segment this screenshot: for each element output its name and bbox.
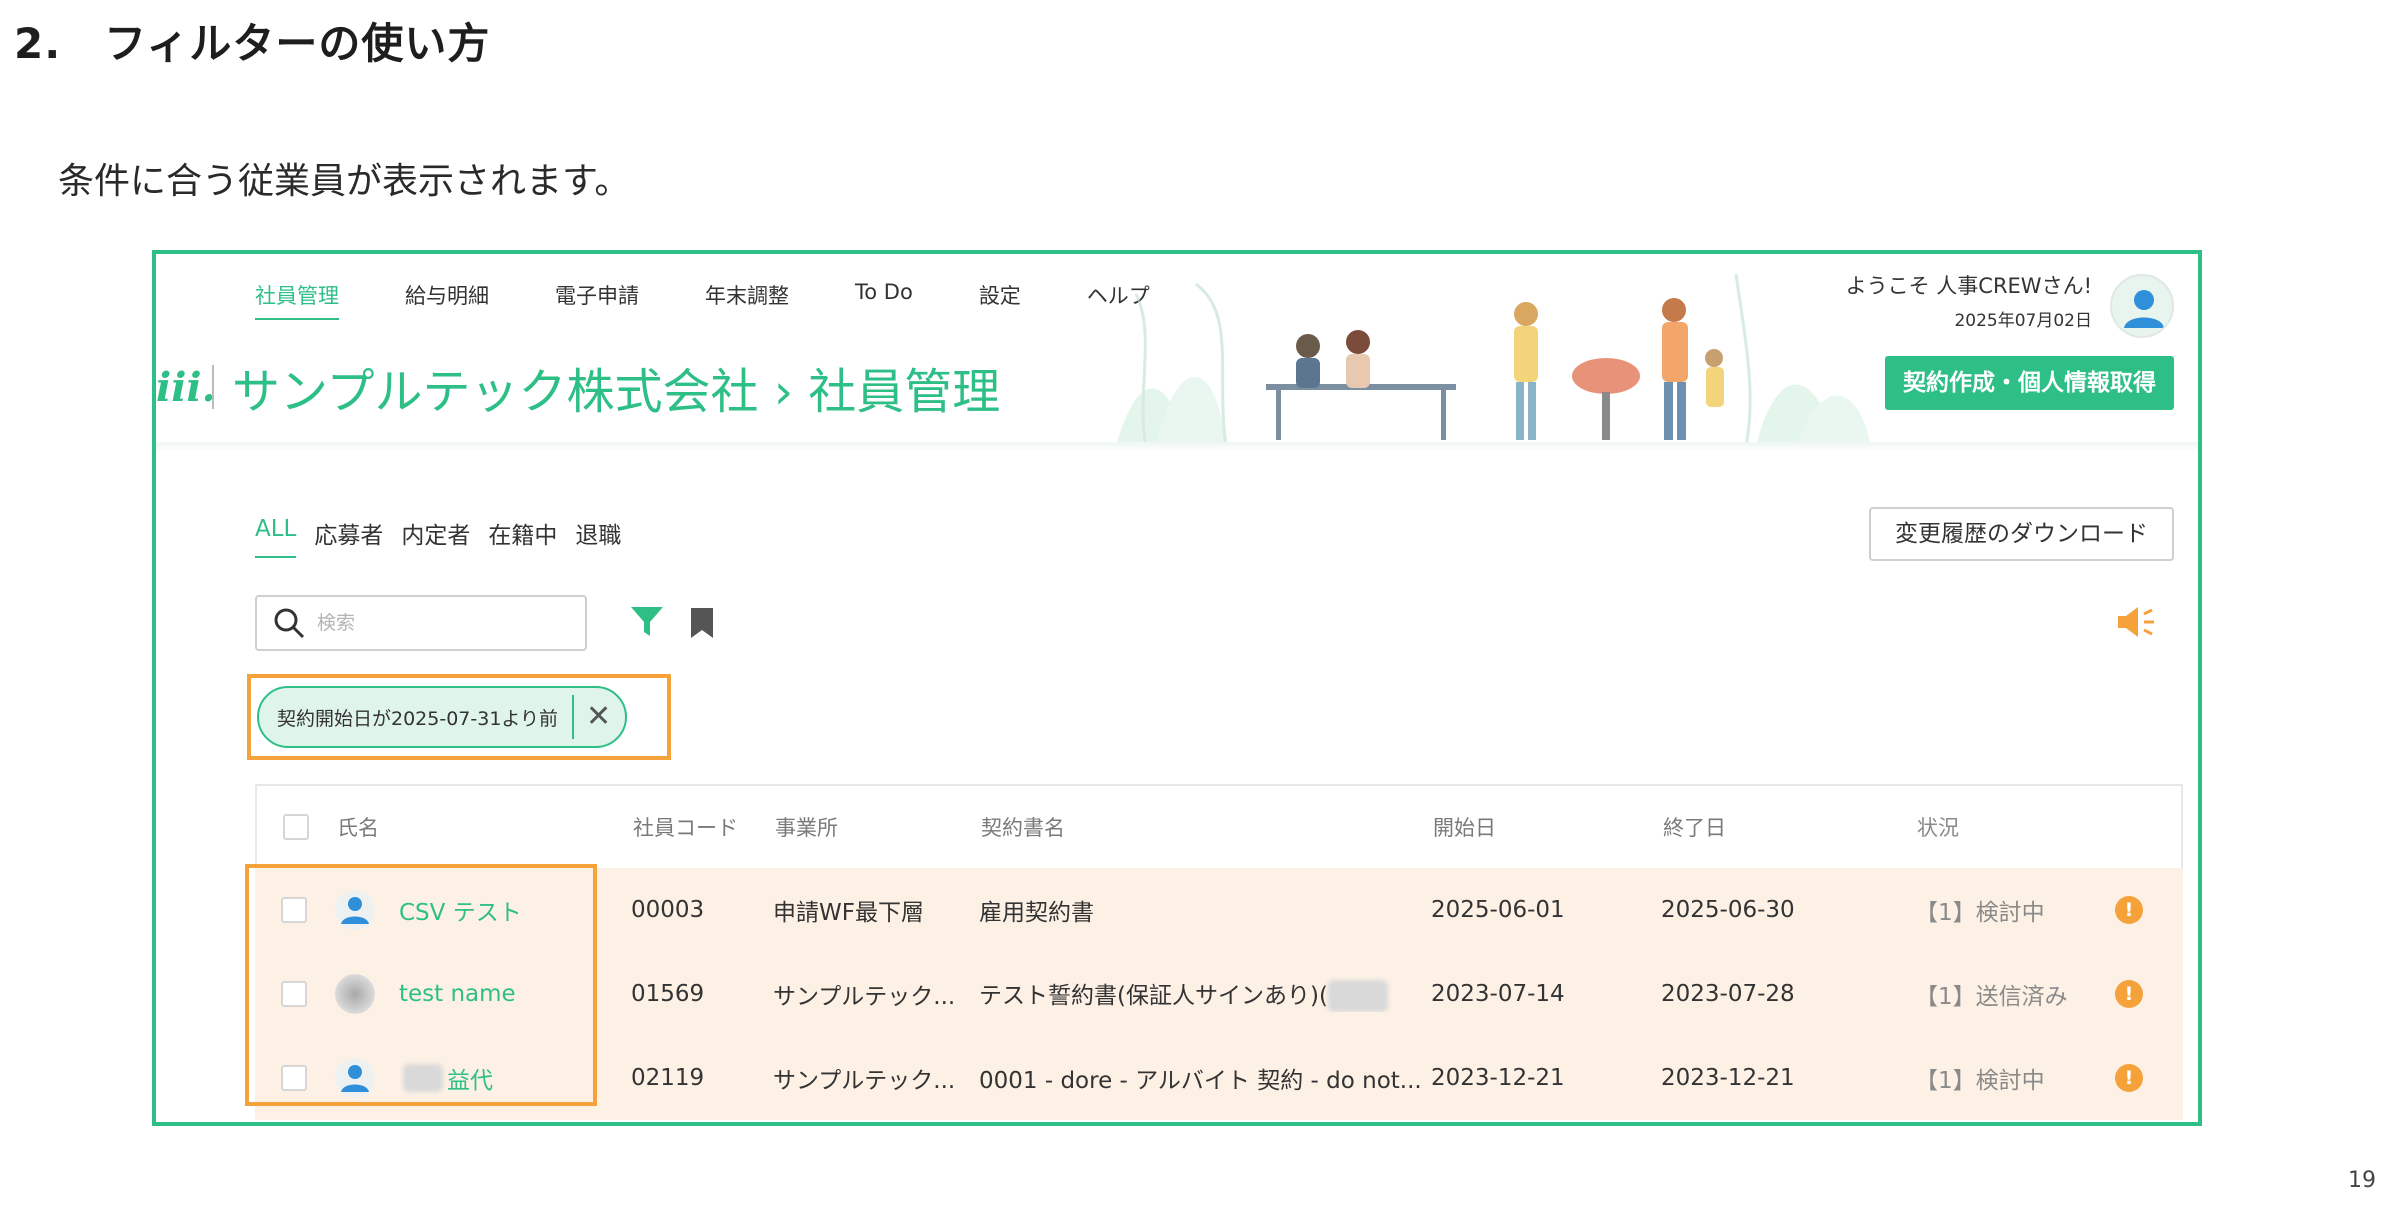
brand-divider <box>212 365 214 409</box>
tab-offered[interactable]: 内定者 <box>401 516 470 558</box>
bbq-party-illustration <box>1116 273 1871 446</box>
select-all-cell <box>257 814 337 840</box>
alert-icon[interactable]: ! <box>2115 896 2143 924</box>
app-header: 社員管理 給与明細 電子申請 年末調整 To Do 設定 ヘルプ iii. サン… <box>156 254 2198 446</box>
nav-todo[interactable]: To Do <box>855 280 913 320</box>
name-column-highlight <box>245 864 597 1106</box>
employee-code: 02119 <box>631 1065 705 1091</box>
user-icon <box>2124 290 2164 328</box>
brand: iii. サンプルテック株式会社 › 社員管理 <box>156 352 1000 422</box>
header-contract[interactable]: 契約書名 <box>981 812 1433 842</box>
search-icon <box>274 608 305 639</box>
contract-name: 0001 - dore - アルバイト 契約 - do not... <box>979 1068 1422 1094</box>
app-screenshot: 社員管理 給与明細 電子申請 年末調整 To Do 設定 ヘルプ iii. サン… <box>152 250 2202 1126</box>
alert-icon[interactable]: ! <box>2115 1064 2143 1092</box>
nav-e-application[interactable]: 電子申請 <box>555 280 639 320</box>
start-date: 2023-07-14 <box>1431 981 1565 1007</box>
alert-cell: ! <box>2115 896 2175 924</box>
table-header: 氏名 社員コード 事業所 契約書名 開始日 終了日 状況 <box>255 784 2183 868</box>
employee-code: 01569 <box>631 981 705 1007</box>
alert-icon[interactable]: ! <box>2115 980 2143 1008</box>
search-box <box>255 595 587 651</box>
tab-all[interactable]: ALL <box>255 516 297 558</box>
nav-employee-management[interactable]: 社員管理 <box>255 280 339 320</box>
tab-applicants[interactable]: 応募者 <box>314 516 383 558</box>
alert-cell: ! <box>2115 980 2175 1008</box>
contract-name-cell: テスト誓約書(保証人サインあり)( <box>979 976 1431 1013</box>
nav-settings[interactable]: 設定 <box>979 280 1021 320</box>
header-office[interactable]: 事業所 <box>775 812 981 842</box>
office: 申請WF最下層 <box>773 900 924 926</box>
header-name[interactable]: 氏名 <box>337 812 633 842</box>
header-shadow <box>156 442 2198 452</box>
select-all-checkbox[interactable] <box>283 814 309 840</box>
office: サンプルテック... <box>773 984 956 1010</box>
download-history-button[interactable]: 変更履歴のダウンロード <box>1869 507 2174 561</box>
search-input[interactable] <box>317 612 567 634</box>
user-avatar[interactable] <box>2110 274 2174 338</box>
header-end-date[interactable]: 終了日 <box>1663 812 1917 842</box>
office: サンプルテック... <box>773 1068 956 1094</box>
speaker-icon[interactable] <box>2116 604 2156 640</box>
status: 【1】検討中 <box>1915 900 2045 926</box>
header-status[interactable]: 状況 <box>1917 812 2117 842</box>
create-contract-button[interactable]: 契約作成・個人情報取得 <box>1885 356 2174 410</box>
nav-year-end-adjustment[interactable]: 年末調整 <box>705 280 789 320</box>
start-date: 2023-12-21 <box>1431 1065 1565 1091</box>
welcome-message: ようこそ 人事CREWさん! <box>1845 274 2092 298</box>
status-tabs: ALL 応募者 内定者 在籍中 退職 <box>255 516 639 558</box>
start-date: 2025-06-01 <box>1431 897 1565 923</box>
redacted-text <box>1327 980 1388 1013</box>
tab-retired[interactable]: 退職 <box>575 516 621 558</box>
brand-logo: iii. <box>156 363 216 411</box>
status: 【1】送信済み <box>1915 984 2068 1010</box>
filter-chip: 契約開始日が2025-07-31より前 ✕ <box>257 686 628 748</box>
header-code[interactable]: 社員コード <box>633 812 775 842</box>
top-nav: 社員管理 給与明細 電子申請 年末調整 To Do 設定 ヘルプ <box>255 280 1216 320</box>
end-date: 2023-12-21 <box>1661 1065 1795 1091</box>
contract-name: テスト誓約書(保証人サインあり)( <box>979 982 1328 1009</box>
employee-code: 00003 <box>631 897 705 923</box>
alert-cell: ! <box>2115 1064 2175 1092</box>
filter-chip-divider <box>572 695 575 739</box>
contract-name: 雇用契約書 <box>979 900 1094 926</box>
page-title: サンプルテック株式会社 › 社員管理 <box>232 364 1001 420</box>
page-number: 19 <box>2348 1168 2376 1193</box>
slide-description: 条件に合う従業員が表示されます。 <box>58 161 631 202</box>
end-date: 2023-07-28 <box>1661 981 1795 1007</box>
filter-icon[interactable] <box>629 604 665 640</box>
bookmark-icon[interactable] <box>689 606 715 640</box>
tab-employed[interactable]: 在籍中 <box>488 516 557 558</box>
current-date: 2025年07月02日 <box>1954 311 2092 331</box>
close-icon[interactable]: ✕ <box>586 702 611 732</box>
nav-payslip[interactable]: 給与明細 <box>405 280 489 320</box>
filter-chip-label: 契約開始日が2025-07-31より前 <box>277 707 559 730</box>
end-date: 2025-06-30 <box>1661 897 1795 923</box>
slide-heading: 2. フィルターの使い方 <box>14 19 491 68</box>
status: 【1】検討中 <box>1915 1068 2045 1094</box>
header-start-date[interactable]: 開始日 <box>1433 812 1663 842</box>
